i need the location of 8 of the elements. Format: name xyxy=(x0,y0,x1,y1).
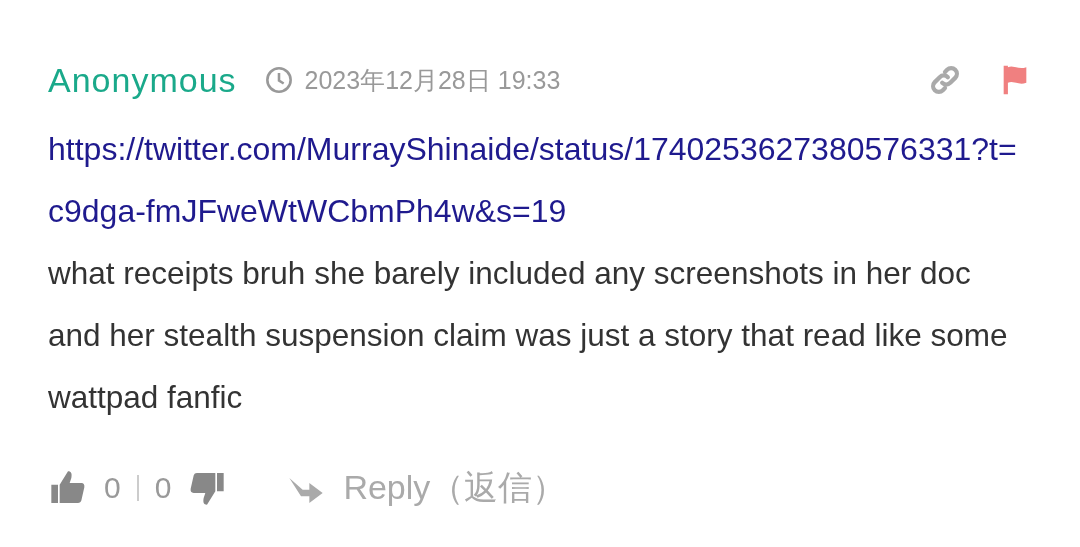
clock-icon xyxy=(264,66,293,94)
dislike-count: 0 xyxy=(154,471,172,505)
like-count: 0 xyxy=(104,471,121,505)
comment-time: 2023年12月28日 19:33 xyxy=(304,64,561,96)
link-icon[interactable] xyxy=(928,63,962,97)
comment-text: what receipts bruh she barely included any screenshots in her doc and her stealth suspension claim was just a story that read like some wattpad fanfic xyxy=(48,254,1009,417)
author-name: Anonymous xyxy=(48,60,237,100)
tweet-link[interactable]: https://twitter.com/MurrayShinaide/status/1740253627380576331?t=c9dga-fmJFweWtWCbmPh4w&s=19 xyxy=(48,118,1032,242)
